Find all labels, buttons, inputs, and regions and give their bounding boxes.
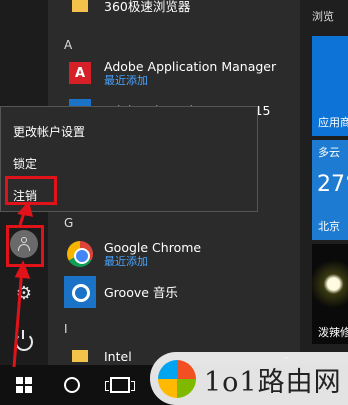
app-google-chrome[interactable]: Google Chrome 最近添加 — [64, 238, 201, 270]
tile-group-header: 浏览 — [312, 10, 334, 23]
folder-icon — [64, 0, 96, 22]
menu-item-change-account-settings[interactable]: 更改帐户设置 — [13, 123, 85, 140]
weather-condition: 多云 — [318, 146, 340, 159]
tile-label: 应用商 — [318, 116, 348, 129]
adobe-icon: A — [64, 57, 96, 89]
store-tile[interactable]: 应用商 — [312, 36, 348, 136]
settings-gear-icon[interactable]: ⚙ — [13, 283, 35, 305]
highlight-sign-out — [5, 176, 57, 205]
menu-item-lock[interactable]: 锁定 — [13, 155, 37, 172]
app-name: Groove 音乐 — [104, 284, 178, 300]
tile-label: 泼辣修 — [318, 326, 348, 339]
section-header-i[interactable]: I — [64, 322, 68, 336]
app-360-browser[interactable]: 360极速浏览器 — [64, 0, 190, 22]
folder-icon — [64, 340, 96, 365]
watermark: 1o1路由网 — [150, 352, 348, 405]
cortana-search-icon[interactable] — [64, 377, 80, 393]
task-view-icon[interactable] — [105, 377, 135, 393]
app-name: Google Chrome — [104, 239, 202, 255]
live-tiles-panel: 浏览 应用商 多云 27° 北京 泼辣修 — [300, 0, 348, 365]
groove-icon — [64, 276, 96, 308]
weather-temperature: 27° — [317, 172, 348, 197]
chrome-icon — [64, 238, 96, 270]
windows-logo-icon — [16, 377, 32, 393]
app-adobe-application-manager[interactable]: A Adobe Application Manager 最近添加 — [64, 57, 276, 89]
highlight-user-button — [6, 225, 44, 267]
app-name: Adobe Application Manager — [104, 58, 277, 74]
photo-app-tile[interactable]: 泼辣修 — [312, 244, 348, 344]
recently-added-label: 最近添加 — [104, 73, 148, 87]
section-header-a[interactable]: A — [64, 38, 72, 52]
app-name: 360极速浏览器 — [104, 0, 191, 14]
recently-added-label: 最近添加 — [104, 254, 148, 268]
weather-tile[interactable]: 多云 27° 北京 — [312, 140, 348, 240]
weather-city: 北京 — [318, 220, 340, 233]
section-header-g[interactable]: G — [64, 216, 73, 230]
power-icon[interactable] — [15, 330, 33, 351]
app-groove-music[interactable]: Groove 音乐 — [64, 276, 178, 308]
watermark-text: 1o1路由网 — [204, 367, 342, 398]
app-name: Intel — [104, 348, 132, 364]
start-button[interactable] — [0, 365, 48, 405]
windows-flag-logo-icon — [158, 360, 196, 398]
